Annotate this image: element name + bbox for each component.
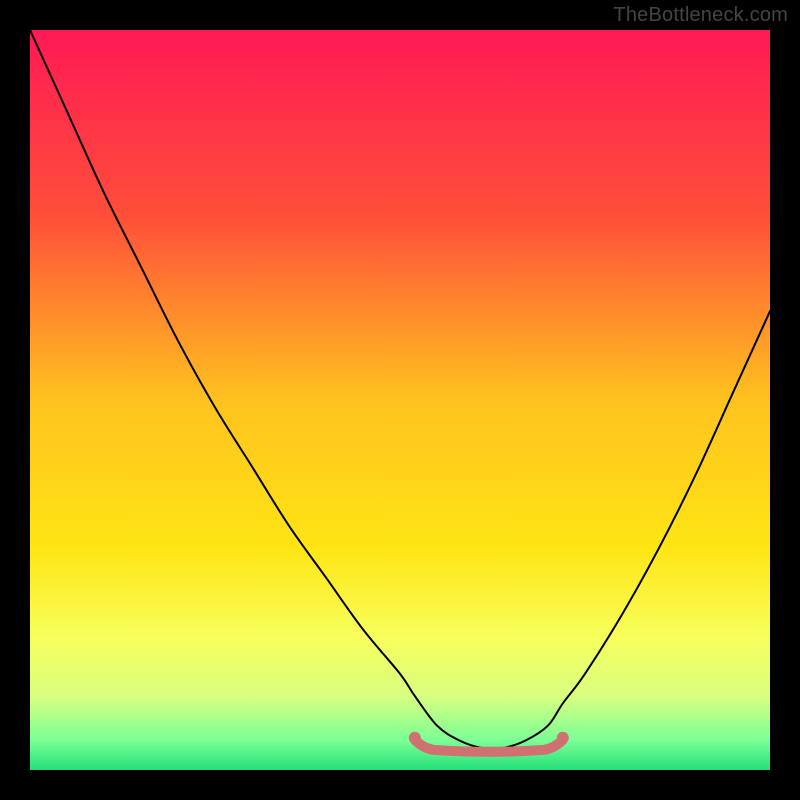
flat-region-marker [409, 732, 569, 752]
bottleneck-curve [30, 30, 770, 749]
curve-layer [30, 30, 770, 770]
plot-area [30, 30, 770, 770]
attribution-label: TheBottleneck.com [613, 4, 788, 27]
chart-frame: TheBottleneck.com [0, 0, 800, 800]
